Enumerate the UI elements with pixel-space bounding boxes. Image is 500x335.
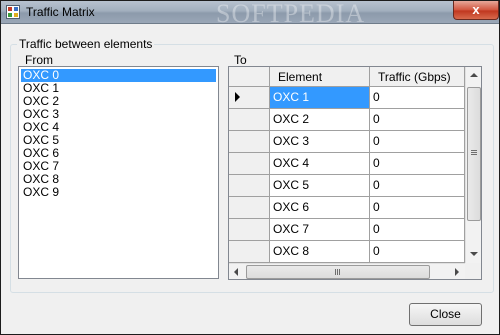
watermark: SOFTPEDIA — [216, 0, 366, 28]
group-label: Traffic between elements — [17, 37, 155, 51]
close-button[interactable]: Close — [409, 303, 482, 326]
row-header[interactable] — [229, 197, 270, 219]
cell-traffic[interactable]: 0 — [370, 241, 465, 263]
column-header-element[interactable]: Element — [270, 67, 370, 87]
cell-element[interactable]: OXC 4 — [270, 153, 370, 175]
row-header[interactable] — [229, 153, 270, 175]
row-header[interactable] — [229, 219, 270, 241]
row-header[interactable] — [229, 109, 270, 131]
cell-element[interactable]: OXC 6 — [270, 197, 370, 219]
cell-traffic[interactable]: 0 — [370, 109, 465, 131]
grip-line-icon — [471, 150, 477, 151]
cell-traffic[interactable]: 0 — [370, 175, 465, 197]
row-header[interactable] — [229, 131, 270, 153]
cell-traffic[interactable]: 0 — [370, 153, 465, 175]
window-close-button[interactable]: x — [453, 1, 499, 20]
traffic-matrix-window: Traffic Matrix SOFTPEDIA x Traffic betwe… — [0, 0, 500, 335]
window-title: Traffic Matrix — [26, 5, 95, 19]
to-datagrid[interactable]: Element Traffic (Gbps) OXC 1 0 OXC 2 0 O… — [228, 66, 482, 280]
grid-corner — [229, 67, 270, 87]
grip-line-icon — [471, 154, 477, 155]
to-label: To — [234, 53, 247, 67]
current-row-icon — [235, 92, 240, 102]
row-header-current[interactable] — [229, 87, 270, 109]
list-item-oxc-9[interactable]: OXC 9 — [21, 186, 216, 199]
horizontal-scroll-thumb[interactable] — [246, 265, 430, 279]
cell-element[interactable]: OXC 7 — [270, 219, 370, 241]
scroll-up-icon[interactable] — [470, 73, 478, 77]
title-bar: Traffic Matrix SOFTPEDIA x — [1, 0, 499, 28]
row-header[interactable] — [229, 241, 270, 263]
vertical-scrollbar[interactable] — [465, 67, 481, 263]
from-label: From — [25, 53, 53, 67]
grip-line-icon — [339, 269, 340, 275]
grip-line-icon — [337, 269, 338, 275]
scroll-left-icon[interactable] — [234, 268, 238, 276]
scroll-right-icon[interactable] — [455, 268, 459, 276]
row-header[interactable] — [229, 175, 270, 197]
cell-traffic[interactable]: 0 — [370, 219, 465, 241]
scroll-down-icon[interactable] — [470, 252, 478, 256]
cell-element[interactable]: OXC 2 — [270, 109, 370, 131]
cell-traffic[interactable]: 0 — [370, 131, 465, 153]
cell-traffic[interactable]: 0 — [370, 87, 465, 109]
cell-element[interactable]: OXC 5 — [270, 175, 370, 197]
grip-line-icon — [471, 152, 477, 153]
close-icon: x — [472, 2, 480, 17]
app-icon — [6, 5, 20, 19]
horizontal-scrollbar[interactable] — [229, 263, 465, 279]
scroll-corner — [465, 263, 481, 279]
cell-element[interactable]: OXC 8 — [270, 241, 370, 263]
from-listbox[interactable]: OXC 0 OXC 1 OXC 2 OXC 3 OXC 4 OXC 5 OXC … — [18, 66, 219, 279]
cell-traffic[interactable]: 0 — [370, 197, 465, 219]
vertical-scroll-thumb[interactable] — [467, 87, 481, 221]
grip-line-icon — [335, 269, 336, 275]
column-header-traffic[interactable]: Traffic (Gbps) — [370, 67, 465, 87]
cell-element[interactable]: OXC 3 — [270, 131, 370, 153]
cell-element[interactable]: OXC 1 — [270, 87, 370, 109]
